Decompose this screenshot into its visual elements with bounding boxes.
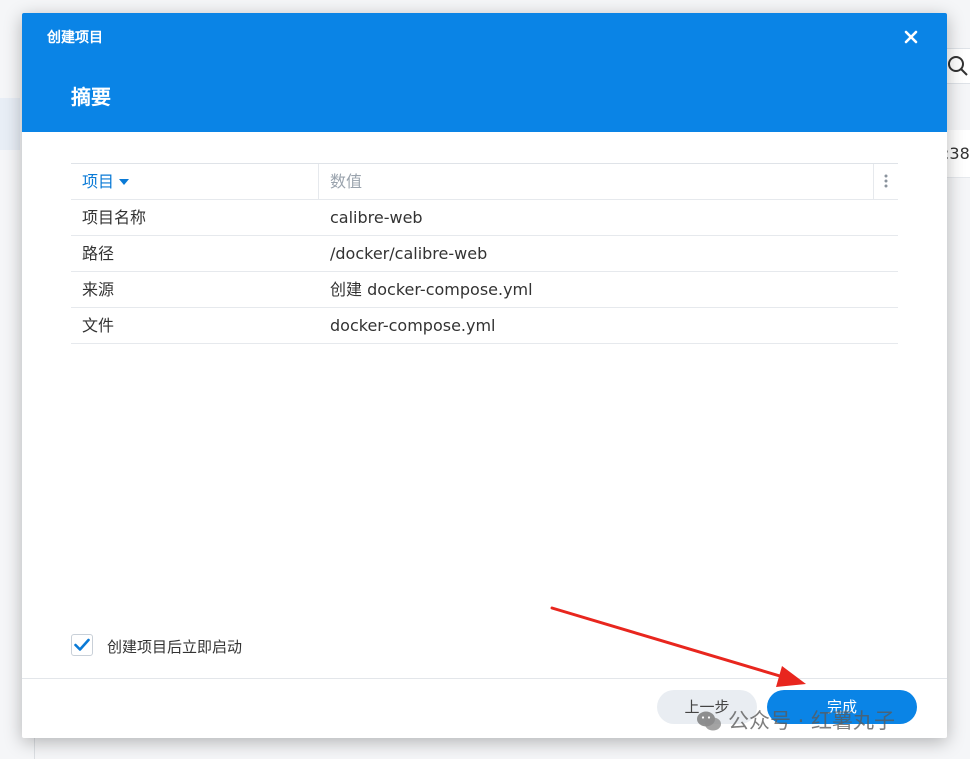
- column-menu-button[interactable]: [873, 164, 899, 199]
- dialog-subtitle: 摘要: [71, 85, 111, 109]
- summary-table: 项目 数值 项目名称 calibre-web 路径 /docker/calibr…: [71, 163, 898, 344]
- row-item: 路径: [82, 244, 115, 263]
- row-value: calibre-web: [330, 208, 423, 227]
- column-header-item[interactable]: 项目: [71, 164, 319, 199]
- row-value: /docker/calibre-web: [330, 244, 488, 263]
- background-divider: [34, 738, 35, 759]
- row-value: 创建 docker-compose.yml: [330, 280, 533, 299]
- row-item: 文件: [82, 316, 115, 335]
- table-row: 路径 /docker/calibre-web: [71, 236, 898, 272]
- close-icon: [904, 30, 918, 44]
- column-header-item-label: 项目: [82, 172, 115, 191]
- row-item: 项目名称: [82, 208, 147, 227]
- search-icon: [948, 56, 968, 76]
- background-sidebar-selection: [0, 98, 20, 150]
- start-after-create-checkbox[interactable]: [71, 634, 93, 656]
- table-header-row: 项目 数值: [71, 164, 898, 200]
- table-row: 文件 docker-compose.yml: [71, 308, 898, 344]
- caret-down-icon: [119, 179, 129, 185]
- column-header-value[interactable]: 数值: [330, 164, 362, 199]
- start-after-create-label: 创建项目后立即启动: [107, 638, 243, 656]
- row-item: 来源: [82, 280, 115, 299]
- table-row: 来源 创建 docker-compose.yml: [71, 272, 898, 308]
- dialog-title: 创建项目: [47, 30, 103, 46]
- row-value: docker-compose.yml: [330, 316, 496, 335]
- more-vertical-icon: [884, 174, 888, 188]
- close-button[interactable]: [899, 25, 923, 49]
- create-project-dialog: 创建项目 摘要 项目 数值 项目名称 calibre-web 路径 /docke…: [22, 13, 947, 738]
- footer-divider: [22, 678, 947, 679]
- background-row-text: :38: [944, 144, 970, 163]
- dialog-header: 创建项目 摘要: [22, 13, 947, 132]
- watermark-text: 公众号 · 红薯丸子: [728, 709, 896, 733]
- table-row: 项目名称 calibre-web: [71, 200, 898, 236]
- wechat-icon: [697, 711, 721, 731]
- check-icon: [74, 638, 90, 651]
